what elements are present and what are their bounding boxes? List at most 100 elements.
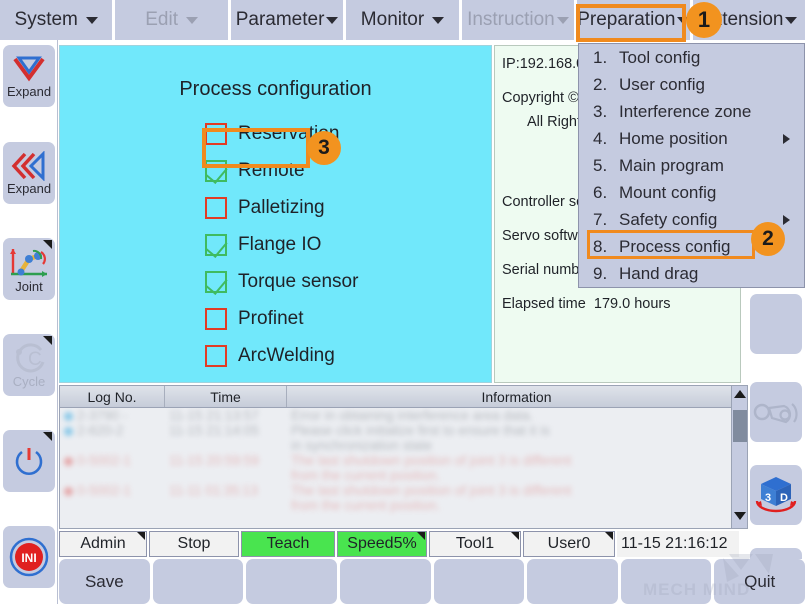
dropdown-item-mount-config[interactable]: 6. Mount config <box>579 179 804 206</box>
right-sidebar-item-teach-pendant[interactable] <box>750 382 802 442</box>
status-cell-stop[interactable]: Stop <box>149 531 239 557</box>
dropdown-num-8: 8. <box>593 236 608 256</box>
checkbox-reservation[interactable] <box>205 122 227 145</box>
func-button-2[interactable] <box>152 559 244 604</box>
corner-flag-icon <box>511 532 519 540</box>
log-table: Log No. Time Information 2-3790 - 11-15 … <box>59 385 748 529</box>
menu-item-edit[interactable]: Edit <box>115 0 231 40</box>
table-row[interactable]: 0-5002-1 11-11 01:35:13 The last shutdow… <box>60 483 747 513</box>
dropdown-item-interference-zone[interactable]: 3. Interference zone <box>579 98 804 125</box>
table-row[interactable]: 0-5002-1 11-15 20:59:59 The last shutdow… <box>60 453 747 483</box>
chevron-right-icon <box>783 133 790 144</box>
dropdown-item-main-program[interactable]: 5. Main program <box>579 152 804 179</box>
chevron-down-icon <box>85 16 98 24</box>
menu-item-preparation[interactable]: Preparation <box>577 0 693 40</box>
log-severity-dot-icon <box>64 412 73 421</box>
log-scrollbar[interactable] <box>731 386 747 528</box>
log-cell-time: 11-15 21:14:05 <box>169 423 259 438</box>
3d-view-icon: 3 D <box>755 477 797 513</box>
checkbox-label-torque-sensor: Torque sensor <box>238 270 359 292</box>
checkbox-row-flange-io[interactable]: Flange IO <box>205 226 491 263</box>
dropdown-num-2: 2. <box>593 74 608 94</box>
chevron-down-icon <box>326 16 339 24</box>
func-button-7[interactable] <box>620 559 712 604</box>
log-cell-time: 11-15 20:59:59 <box>169 453 259 468</box>
status-label-stop: Stop <box>177 535 211 552</box>
dropdown-item-hand-drag[interactable]: 9. Hand drag <box>579 260 804 287</box>
sidebar-item-joint[interactable]: Joint <box>3 238 55 300</box>
checkbox-profinet[interactable] <box>205 307 227 330</box>
svg-text:INI: INI <box>21 551 36 565</box>
sidebar-item-expand-down[interactable]: Expand <box>3 45 55 107</box>
ini-icon: INI <box>9 537 49 577</box>
scroll-up-arrow-icon[interactable] <box>733 390 746 398</box>
status-cell-teach[interactable]: Teach <box>241 531 335 557</box>
chevron-down-icon <box>556 16 569 24</box>
menu-label-preparation: Preparation <box>577 9 676 30</box>
dropdown-num-1: 1. <box>593 47 608 67</box>
sidebar-item-expand-left[interactable]: Expand <box>3 142 55 204</box>
checkbox-remote[interactable] <box>205 159 227 182</box>
right-sidebar-item-4[interactable] <box>750 294 802 354</box>
sidebar-item-ini[interactable]: INI <box>3 526 55 588</box>
dropdown-num-5: 5. <box>593 155 608 175</box>
checkbox-row-palletizing[interactable]: Palletizing <box>205 189 491 226</box>
menu-label-parameter: Parameter <box>235 9 325 30</box>
sidebar-label-expand-left: Expand <box>6 181 52 196</box>
log-cell-info: Error in obtaining interference area dat… <box>291 408 534 423</box>
checkbox-row-arcwelding[interactable]: ArcWelding <box>205 337 491 374</box>
checkbox-row-profinet[interactable]: Profinet <box>205 300 491 337</box>
checkbox-flange-io[interactable] <box>205 233 227 256</box>
sidebar-item-cycle[interactable]: C Cycle <box>3 334 55 396</box>
dropdown-num-4: 4. <box>593 128 608 148</box>
menu-label-monitor: Monitor <box>360 9 425 30</box>
dropdown-label-interference-zone: Interference zone <box>619 101 752 121</box>
sidebar-item-power[interactable] <box>3 430 55 492</box>
dropdown-item-user-config[interactable]: 2. User config <box>579 71 804 98</box>
dropdown-num-6: 6. <box>593 182 608 202</box>
table-row[interactable]: 2-620-2 11-15 21:14:05 Please click init… <box>60 423 747 453</box>
menu-label-instruction: Instruction <box>467 9 555 30</box>
chevron-down-icon <box>785 16 798 24</box>
chevron-right-icon <box>783 214 790 225</box>
dropdown-item-home-position[interactable]: 4. Home position <box>579 125 804 152</box>
checkbox-torque-sensor[interactable] <box>205 270 227 293</box>
chevron-down-icon <box>186 16 198 24</box>
chevron-down-expand-icon <box>13 56 45 82</box>
robot-joint-icon <box>10 249 47 277</box>
menu-item-system[interactable]: System <box>0 0 116 40</box>
sidebar-label-cycle: Cycle <box>12 374 46 389</box>
menu-label-system: System <box>14 9 78 30</box>
menu-item-parameter[interactable]: Parameter <box>230 0 347 40</box>
status-cell-user[interactable]: User0 <box>523 531 615 557</box>
table-row[interactable]: 2-3790 - 11-15 21:13:57 Error in obtaini… <box>60 408 747 423</box>
checkbox-arcwelding[interactable] <box>205 344 227 367</box>
checkbox-palletizing[interactable] <box>205 196 227 219</box>
status-cell-speed[interactable]: Speed5% <box>337 531 427 557</box>
scroll-down-arrow-icon[interactable] <box>734 512 746 520</box>
checkbox-row-torque-sensor[interactable]: Torque sensor <box>205 263 491 300</box>
log-cell-info-2: in synchronization state <box>291 438 433 453</box>
status-cell-tool[interactable]: Tool1 <box>429 531 521 557</box>
menu-item-monitor[interactable]: Monitor <box>346 0 462 40</box>
func-button-3[interactable] <box>246 559 337 604</box>
menu-item-instruction[interactable]: Instruction <box>461 0 578 40</box>
scrollbar-thumb[interactable] <box>733 410 747 442</box>
corner-flag-icon <box>417 532 425 540</box>
dropdown-label-safety-config: Safety config <box>619 209 718 229</box>
func-button-6[interactable] <box>527 559 618 604</box>
dropdown-item-tool-config[interactable]: 1. Tool config <box>579 44 804 71</box>
corner-flag-icon <box>605 532 613 540</box>
dropdown-label-home-position: Home position <box>619 128 728 148</box>
func-button-4[interactable] <box>339 559 431 604</box>
save-button[interactable]: Save <box>59 559 150 604</box>
status-cell-admin[interactable]: Admin <box>59 531 147 557</box>
right-sidebar-item-3d-view[interactable]: 3 D <box>750 465 802 525</box>
info-controller-software: Controller so <box>502 194 585 210</box>
checkbox-row-remote[interactable]: Remote <box>205 152 491 189</box>
quit-button[interactable]: Quit <box>714 559 805 604</box>
checkbox-row-reservation[interactable]: Reservation <box>205 115 491 152</box>
func-button-5[interactable] <box>433 559 525 604</box>
checkbox-label-arcwelding: ArcWelding <box>238 344 335 366</box>
status-label-tool: Tool1 <box>455 535 495 552</box>
